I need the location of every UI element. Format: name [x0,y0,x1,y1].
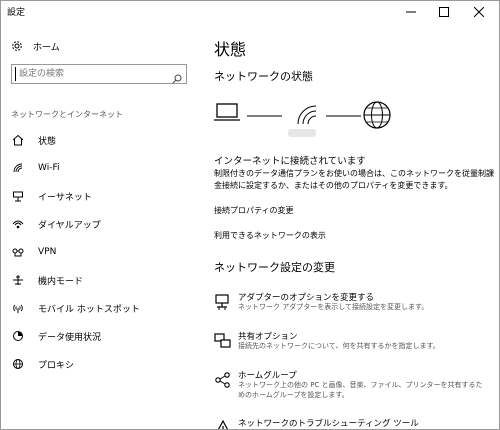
minimize-button[interactable] [395,1,427,23]
wireless-icon [297,105,317,125]
sidebar-item-label: モバイル ホットスポット [38,304,140,315]
sharing-options-item[interactable]: 共有オプション 接続先のネットワークについて、何を共有するかを指定します。 [214,330,494,362]
wifi-icon [10,162,26,174]
sidebar-item-label: 機内モード [38,276,84,287]
minimize-icon [406,11,416,13]
sidebar-item-airplane[interactable]: 機内モード [1,267,199,293]
sidebar-section-title: ネットワークとインターネット [11,110,123,119]
sidebar-item-ethernet[interactable]: イーサネット [1,183,199,209]
sidebar-item-vpn[interactable]: VPN [1,239,199,265]
sidebar: ホーム ネットワークとインターネット 状態 Wi-Fi イーサネット [1,23,199,429]
option-title: ネットワークのトラブルシューティング ツール [238,419,419,429]
network-status-heading: ネットワークの状態 [214,70,313,83]
main-content: 状態 ネットワークの状態 インターネットに接続されています 制限付きのデータ通信… [199,23,499,429]
vpn-icon [10,246,26,258]
metered-description: 制限付きのデータ通信プランをお使いの場合は、このネットワークを従量制課金接続に設… [214,169,494,190]
connection-status-text: インターネットに接続されています [214,156,366,167]
globe-icon [10,358,26,370]
home-label: ホーム [33,42,60,53]
airplane-icon [10,274,26,286]
home-nav-item[interactable]: ホーム [11,38,60,54]
sidebar-item-status[interactable]: 状態 [1,127,199,153]
title-bar: 設定 [1,1,499,23]
sidebar-item-proxy[interactable]: プロキシ [1,351,199,377]
computer-icon [214,103,240,121]
adapter-icon [214,293,232,311]
option-description: 接続先のネットワークについて、何を共有するかを指定します。 [238,342,440,350]
sidebar-item-wifi[interactable]: Wi-Fi [1,155,199,181]
hotspot-icon [10,302,26,314]
option-description: ネットワーク上の他の PC と画像、音楽、ファイル、プリンターを共有するためのホ… [238,381,483,399]
maximize-icon [439,7,449,17]
change-settings-heading: ネットワーク設定の変更 [214,261,335,274]
internet-globe-icon [363,101,391,129]
troubleshooter-item[interactable]: ネットワークのトラブルシューティング ツール [214,417,494,429]
sidebar-item-dialup[interactable]: ダイヤルアップ [1,211,199,237]
settings-window: 設定 ホーム ネットワークとインターネット [0,0,500,430]
close-icon [474,7,484,17]
sidebar-item-label: 状態 [38,136,57,147]
option-description: ネットワーク アダプターを表示して接続設定を変更します。 [238,303,429,311]
sidebar-item-label: VPN [38,247,57,257]
search-box[interactable] [11,64,187,84]
warning-icon [214,419,232,429]
sidebar-item-data-usage[interactable]: データ使用状況 [1,323,199,349]
ethernet-icon [10,190,26,202]
network-diagram [214,101,391,129]
page-title: 状態 [214,40,247,59]
sharing-icon [214,332,232,350]
homegroup-item[interactable]: ホームグループ ネットワーク上の他の PC と画像、音楽、ファイル、プリンターを… [214,369,494,401]
dialup-icon [10,218,26,230]
gear-icon [11,40,27,52]
sidebar-item-label: Wi-Fi [38,163,60,173]
sidebar-item-label: ダイヤルアップ [38,220,101,231]
search-icon [172,69,182,88]
data-usage-icon [10,330,26,342]
show-available-networks-link[interactable]: 利用できるネットワークの表示 [214,230,326,241]
homegroup-icon [214,371,232,389]
sidebar-item-label: イーサネット [38,192,92,203]
change-connection-properties-link[interactable]: 接続プロパティの変更 [214,205,294,216]
network-name-redacted [288,129,316,137]
adapter-options-item[interactable]: アダプターのオプションを変更する ネットワーク アダプターを表示して接続設定を変… [214,291,494,323]
sidebar-item-label: プロキシ [38,360,75,371]
search-input[interactable] [15,67,169,81]
close-button[interactable] [463,1,495,23]
window-title: 設定 [7,8,26,18]
sidebar-item-label: データ使用状況 [38,332,102,343]
home-icon [10,134,26,146]
maximize-button[interactable] [428,1,460,23]
sidebar-item-hotspot[interactable]: モバイル ホットスポット [1,295,199,321]
